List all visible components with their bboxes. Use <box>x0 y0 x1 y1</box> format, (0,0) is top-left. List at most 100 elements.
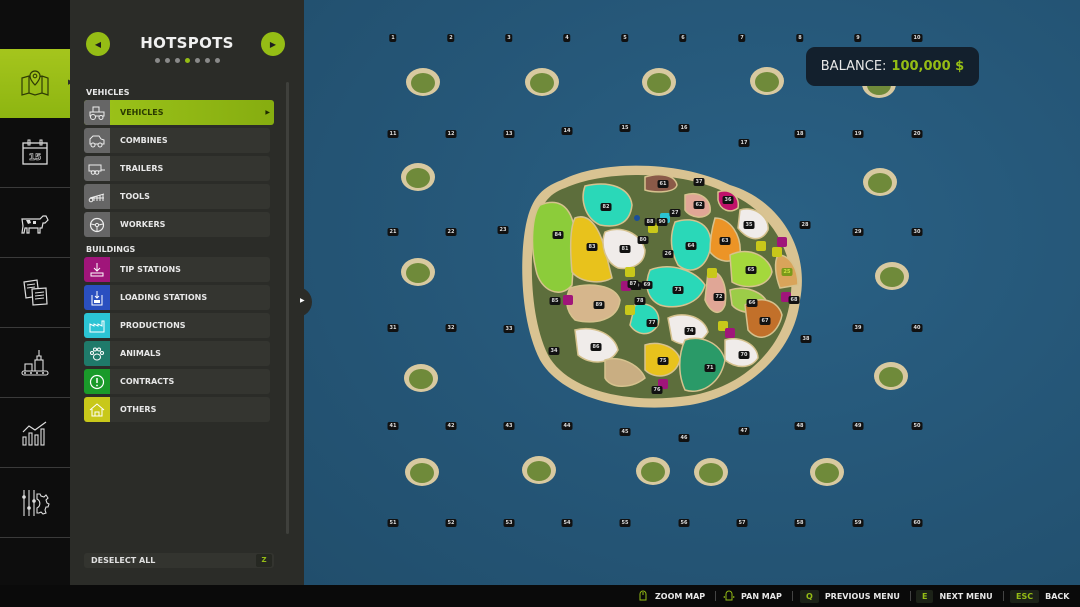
plot-label[interactable]: 2 <box>447 34 455 42</box>
plot-label[interactable]: 49 <box>852 422 864 430</box>
hotspot-item-animals[interactable]: ANIMALS <box>84 341 270 366</box>
plot-label[interactable]: 20 <box>911 130 923 138</box>
plot-label[interactable]: 16 <box>678 124 690 132</box>
hotspot-item-workers[interactable]: WORKERS <box>84 212 270 237</box>
plot-label[interactable]: 31 <box>387 324 399 332</box>
plot-label[interactable]: 55 <box>619 519 631 527</box>
plot-label[interactable]: 39 <box>852 324 864 332</box>
nav-item-map[interactable] <box>0 49 70 118</box>
hotspot-item-contracts[interactable]: CONTRACTS <box>84 369 270 394</box>
hint-pan-map[interactable]: PAN MAP <box>723 585 793 607</box>
plot-label[interactable]: 63 <box>719 237 731 245</box>
plot-label[interactable]: 65 <box>745 266 757 274</box>
plot-label[interactable]: 21 <box>387 228 399 236</box>
page-dot[interactable] <box>194 58 200 63</box>
page-dot[interactable] <box>174 58 180 63</box>
hotspot-item-vehicles[interactable]: VEHICLES ▶ <box>84 100 274 125</box>
page-dot[interactable] <box>184 58 190 63</box>
plot-label[interactable]: 67 <box>759 317 771 325</box>
plot-label[interactable]: 43 <box>503 422 515 430</box>
plot-label[interactable]: 36 <box>722 196 734 204</box>
plot-label[interactable]: 84 <box>552 231 564 239</box>
page-dot[interactable] <box>164 58 170 63</box>
plot-label[interactable]: 22 <box>445 228 457 236</box>
plot-label[interactable]: 37 <box>693 178 705 186</box>
plot-label[interactable]: 86 <box>590 343 602 351</box>
hotspot-item-tools[interactable]: TOOLS <box>84 184 270 209</box>
tip-station-marker[interactable] <box>777 237 787 247</box>
plot-label[interactable]: 51 <box>387 519 399 527</box>
plot-label[interactable]: 75 <box>657 357 669 365</box>
plot-label[interactable]: 74 <box>684 327 696 335</box>
map-view[interactable]: 1 2 3 4 5 6 7 8 9 10 11 12 13 14 15 16 17 18 19 20 21 22 23 25 2… <box>300 0 1080 585</box>
plot-label[interactable]: 23 <box>497 226 509 234</box>
plot-label[interactable]: 66 <box>746 299 758 307</box>
contract-marker[interactable] <box>625 267 635 277</box>
nav-item-settings[interactable] <box>0 469 70 538</box>
plot-label[interactable]: 40 <box>911 324 923 332</box>
plot-label[interactable]: 19 <box>852 130 864 138</box>
tip-station-marker[interactable] <box>725 328 735 338</box>
plot-label[interactable]: 72 <box>713 293 725 301</box>
plot-label[interactable]: 89 <box>593 301 605 309</box>
hotspot-item-combines[interactable]: COMBINES <box>84 128 270 153</box>
plot-label[interactable]: 12 <box>445 130 457 138</box>
nav-item-animals[interactable] <box>0 189 70 258</box>
nav-item-production[interactable] <box>0 329 70 398</box>
plot-label[interactable]: 26 <box>662 250 674 258</box>
hotspot-item-trailers[interactable]: TRAILERS <box>84 156 270 181</box>
plot-label[interactable]: 90 <box>656 218 668 226</box>
plot-label[interactable]: 64 <box>685 242 697 250</box>
plot-label[interactable]: 82 <box>600 203 612 211</box>
plot-label[interactable]: 54 <box>561 519 573 527</box>
plot-label[interactable]: 62 <box>693 201 705 209</box>
plot-label[interactable]: 56 <box>678 519 690 527</box>
plot-label[interactable]: 59 <box>852 519 864 527</box>
plot-label[interactable]: 47 <box>738 427 750 435</box>
plot-label[interactable]: 68 <box>788 296 800 304</box>
plot-label[interactable]: 13 <box>503 130 515 138</box>
plot-label[interactable]: 57 <box>736 519 748 527</box>
plot-label[interactable]: 69 <box>641 281 653 289</box>
page-dot[interactable] <box>204 58 210 63</box>
hint-back[interactable]: ESC BACK <box>1010 585 1069 607</box>
plot-label[interactable]: 58 <box>794 519 806 527</box>
plot-label[interactable]: 87 <box>627 280 639 288</box>
deselect-all-button[interactable]: DESELECT ALL Z <box>84 553 274 568</box>
plot-label[interactable]: 83 <box>586 243 598 251</box>
plot-label[interactable]: 29 <box>852 228 864 236</box>
plot-label[interactable]: 30 <box>911 228 923 236</box>
plot-label[interactable]: 11 <box>387 130 399 138</box>
plot-label[interactable]: 4 <box>563 34 571 42</box>
tip-station-marker[interactable] <box>563 295 573 305</box>
plot-label[interactable]: 38 <box>800 335 812 343</box>
plot-label[interactable]: 73 <box>672 286 684 294</box>
plot-label[interactable]: 42 <box>445 422 457 430</box>
plot-label[interactable]: 53 <box>503 519 515 527</box>
hotspot-item-productions[interactable]: PRODUCTIONS <box>84 313 270 338</box>
plot-label[interactable]: 6 <box>679 34 687 42</box>
plot-label[interactable]: 44 <box>561 422 573 430</box>
plot-label[interactable]: 27 <box>669 209 681 217</box>
other-marker[interactable] <box>772 247 782 257</box>
plot-label[interactable]: 50 <box>911 422 923 430</box>
plot-label[interactable]: 41 <box>387 422 399 430</box>
plot-label[interactable]: 17 <box>738 139 750 147</box>
plot-label[interactable]: 33 <box>503 325 515 333</box>
plot-label[interactable]: 45 <box>619 428 631 436</box>
plot-label[interactable]: 77 <box>646 319 658 327</box>
plot-label[interactable]: 35 <box>743 221 755 229</box>
plot-label[interactable]: 8 <box>796 34 804 42</box>
plot-label[interactable]: 52 <box>445 519 457 527</box>
plot-label[interactable]: 28 <box>799 221 811 229</box>
plot-label[interactable]: 76 <box>651 386 663 394</box>
other-marker[interactable] <box>625 305 635 315</box>
plot-label[interactable]: 46 <box>678 434 690 442</box>
plot-label[interactable]: 34 <box>548 347 560 355</box>
plot-label[interactable]: 25 <box>781 268 793 276</box>
plot-label[interactable]: 1 <box>389 34 397 42</box>
next-page-button[interactable]: ▶ <box>261 32 285 56</box>
page-dot[interactable] <box>214 58 220 63</box>
contract-marker[interactable] <box>707 268 717 278</box>
hint-zoom-map[interactable]: ZOOM MAP <box>637 585 717 607</box>
